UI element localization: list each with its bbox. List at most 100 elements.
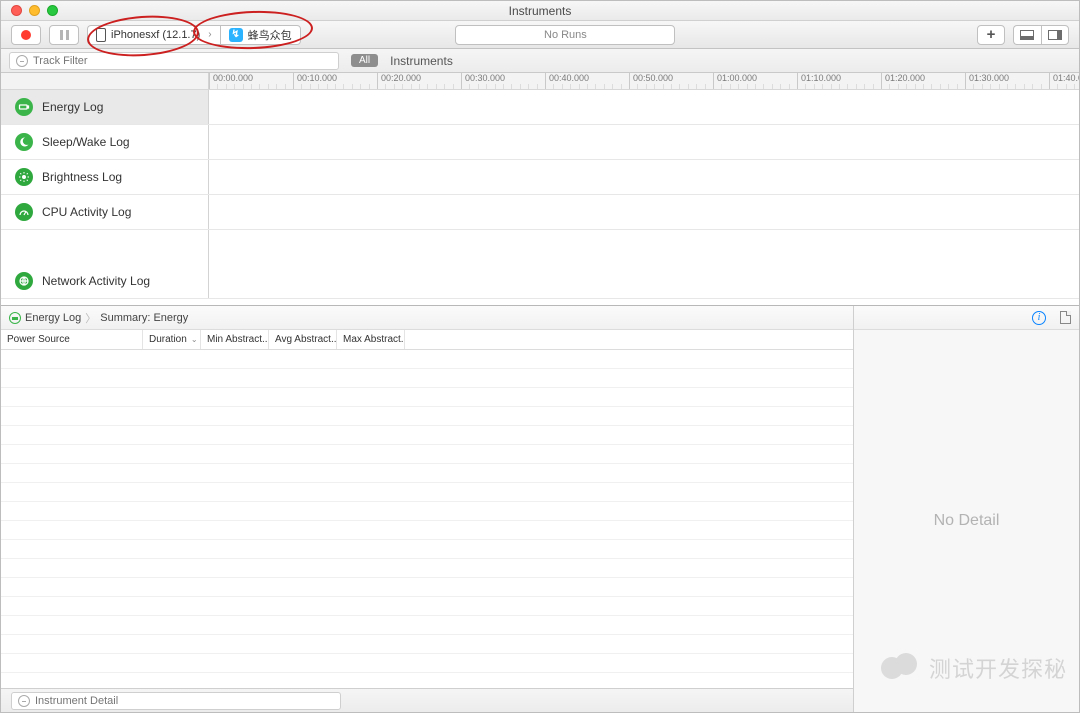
table-row bbox=[1, 388, 853, 407]
detail-area: Energy Log 〉 Summary: Energy Power Sourc… bbox=[1, 306, 1079, 712]
toolbar: iPhonesxf (12.1.7) › ↯ 蜂鸟众包 No Runs + bbox=[1, 21, 1079, 49]
table-row bbox=[1, 578, 853, 597]
table-row bbox=[1, 502, 853, 521]
track-lane[interactable] bbox=[209, 195, 1079, 229]
toolbar-right: + bbox=[977, 25, 1069, 45]
net-icon bbox=[15, 272, 33, 290]
record-icon bbox=[21, 30, 31, 40]
inspector-empty-label: No Detail bbox=[854, 330, 1079, 712]
sort-icon: ⌄ bbox=[191, 335, 198, 344]
detail-bottom-bar bbox=[1, 688, 853, 712]
gauge-icon bbox=[15, 203, 33, 221]
detail-left: Energy Log 〉 Summary: Energy Power Sourc… bbox=[1, 306, 854, 712]
track-name: Network Activity Log bbox=[42, 274, 150, 288]
device-icon bbox=[96, 28, 106, 42]
track-row[interactable]: Network Activity Log bbox=[1, 264, 1079, 299]
target-selector: iPhonesxf (12.1.7) › ↯ 蜂鸟众包 bbox=[87, 25, 301, 45]
filter-section-label: Instruments bbox=[390, 54, 453, 68]
panel-bottom-icon bbox=[1020, 30, 1034, 40]
process-selector[interactable]: ↯ 蜂鸟众包 bbox=[220, 25, 301, 45]
app-icon: ↯ bbox=[229, 28, 243, 42]
moon-icon bbox=[15, 133, 33, 151]
chevron-right-icon: 〉 bbox=[85, 310, 96, 326]
zoom-window-button[interactable] bbox=[47, 5, 58, 16]
add-instrument-button[interactable]: + bbox=[977, 25, 1005, 45]
detail-table-body bbox=[1, 350, 853, 688]
track-lane[interactable] bbox=[209, 160, 1079, 194]
device-selector[interactable]: iPhonesxf (12.1.7) › bbox=[87, 25, 220, 45]
table-row bbox=[1, 407, 853, 426]
table-row bbox=[1, 369, 853, 388]
ruler-tick: 00:40.000 bbox=[545, 73, 589, 89]
ruler-tick: 01:30.000 bbox=[965, 73, 1009, 89]
track-label: Sleep/Wake Log bbox=[1, 125, 209, 159]
document-icon[interactable] bbox=[1060, 311, 1071, 324]
time-ruler[interactable]: 00:00.000 00:10.000 00:20.000 00:30.000 00:4… bbox=[209, 73, 1079, 89]
close-window-button[interactable] bbox=[11, 5, 22, 16]
column-header[interactable]: Power Source bbox=[1, 330, 143, 349]
titlebar: Instruments bbox=[1, 1, 1079, 21]
track-filter-input[interactable] bbox=[33, 55, 332, 67]
panel-right-icon bbox=[1048, 30, 1062, 40]
track-row[interactable]: CPU Activity Log bbox=[1, 195, 1079, 230]
track-lane[interactable] bbox=[209, 264, 1079, 298]
battery-icon bbox=[15, 98, 33, 116]
table-row bbox=[1, 464, 853, 483]
chevron-right-icon: › bbox=[208, 29, 211, 40]
toggle-bottom-panel-button[interactable] bbox=[1013, 25, 1041, 45]
breadcrumb-bar: Energy Log 〉 Summary: Energy bbox=[1, 306, 853, 330]
track-row[interactable]: Energy Log bbox=[1, 90, 1079, 125]
runs-field[interactable]: No Runs bbox=[455, 25, 675, 45]
energy-icon bbox=[9, 312, 21, 324]
table-row bbox=[1, 635, 853, 654]
table-row bbox=[1, 521, 853, 540]
table-row bbox=[1, 445, 853, 464]
table-row bbox=[1, 597, 853, 616]
process-label: 蜂鸟众包 bbox=[248, 27, 292, 43]
info-icon[interactable]: i bbox=[1032, 311, 1046, 325]
track-label: Brightness Log bbox=[1, 160, 209, 194]
pause-icon bbox=[66, 30, 69, 40]
toggle-right-panel-button[interactable] bbox=[1041, 25, 1069, 45]
main-area: 00:00.000 00:10.000 00:20.000 00:30.000 00:4… bbox=[1, 73, 1079, 712]
table-row bbox=[1, 654, 853, 673]
instrument-detail-field[interactable] bbox=[11, 692, 341, 710]
table-row bbox=[1, 540, 853, 559]
table-row bbox=[1, 559, 853, 578]
ruler-tick: 01:20.000 bbox=[881, 73, 925, 89]
column-header[interactable]: Avg Abstract... bbox=[269, 330, 337, 349]
track-name: Energy Log bbox=[42, 100, 103, 114]
table-row bbox=[1, 483, 853, 502]
window-title: Instruments bbox=[509, 4, 572, 18]
track-filter-field[interactable] bbox=[9, 52, 339, 70]
ruler-tick: 01:00.000 bbox=[713, 73, 757, 89]
breadcrumb-leaf[interactable]: Summary: Energy bbox=[100, 312, 188, 324]
table-row bbox=[1, 426, 853, 445]
track-row[interactable]: Sleep/Wake Log bbox=[1, 125, 1079, 160]
sun-icon bbox=[15, 168, 33, 186]
track-lane[interactable] bbox=[209, 90, 1079, 124]
detail-table-header: Power SourceDuration⌄Min Abstract...Avg … bbox=[1, 330, 853, 350]
filter-icon bbox=[18, 695, 30, 707]
track-label: CPU Activity Log bbox=[1, 195, 209, 229]
column-header[interactable]: Duration⌄ bbox=[143, 330, 201, 349]
track-row[interactable]: Brightness Log bbox=[1, 160, 1079, 195]
ruler-tick: 00:20.000 bbox=[377, 73, 421, 89]
track-label: Energy Log bbox=[1, 90, 209, 124]
instrument-detail-input[interactable] bbox=[35, 695, 334, 707]
device-label: iPhonesxf (12.1.7) bbox=[111, 29, 200, 41]
ruler-tick: 00:30.000 bbox=[461, 73, 505, 89]
column-header[interactable]: Min Abstract... bbox=[201, 330, 269, 349]
pause-button[interactable] bbox=[49, 25, 79, 45]
filter-all-pill[interactable]: All bbox=[351, 54, 378, 67]
record-button[interactable] bbox=[11, 25, 41, 45]
track-name: Brightness Log bbox=[42, 170, 122, 184]
minimize-window-button[interactable] bbox=[29, 5, 40, 16]
column-header[interactable]: Max Abstract... bbox=[337, 330, 405, 349]
ruler-tick: 00:00.000 bbox=[209, 73, 253, 89]
breadcrumb-root[interactable]: Energy Log bbox=[25, 312, 81, 324]
traffic-lights bbox=[11, 5, 58, 16]
ruler-tick: 00:10.000 bbox=[293, 73, 337, 89]
tracks-list: Energy Log Sleep/Wake Log Brightness Log CP… bbox=[1, 90, 1079, 305]
track-lane[interactable] bbox=[209, 125, 1079, 159]
